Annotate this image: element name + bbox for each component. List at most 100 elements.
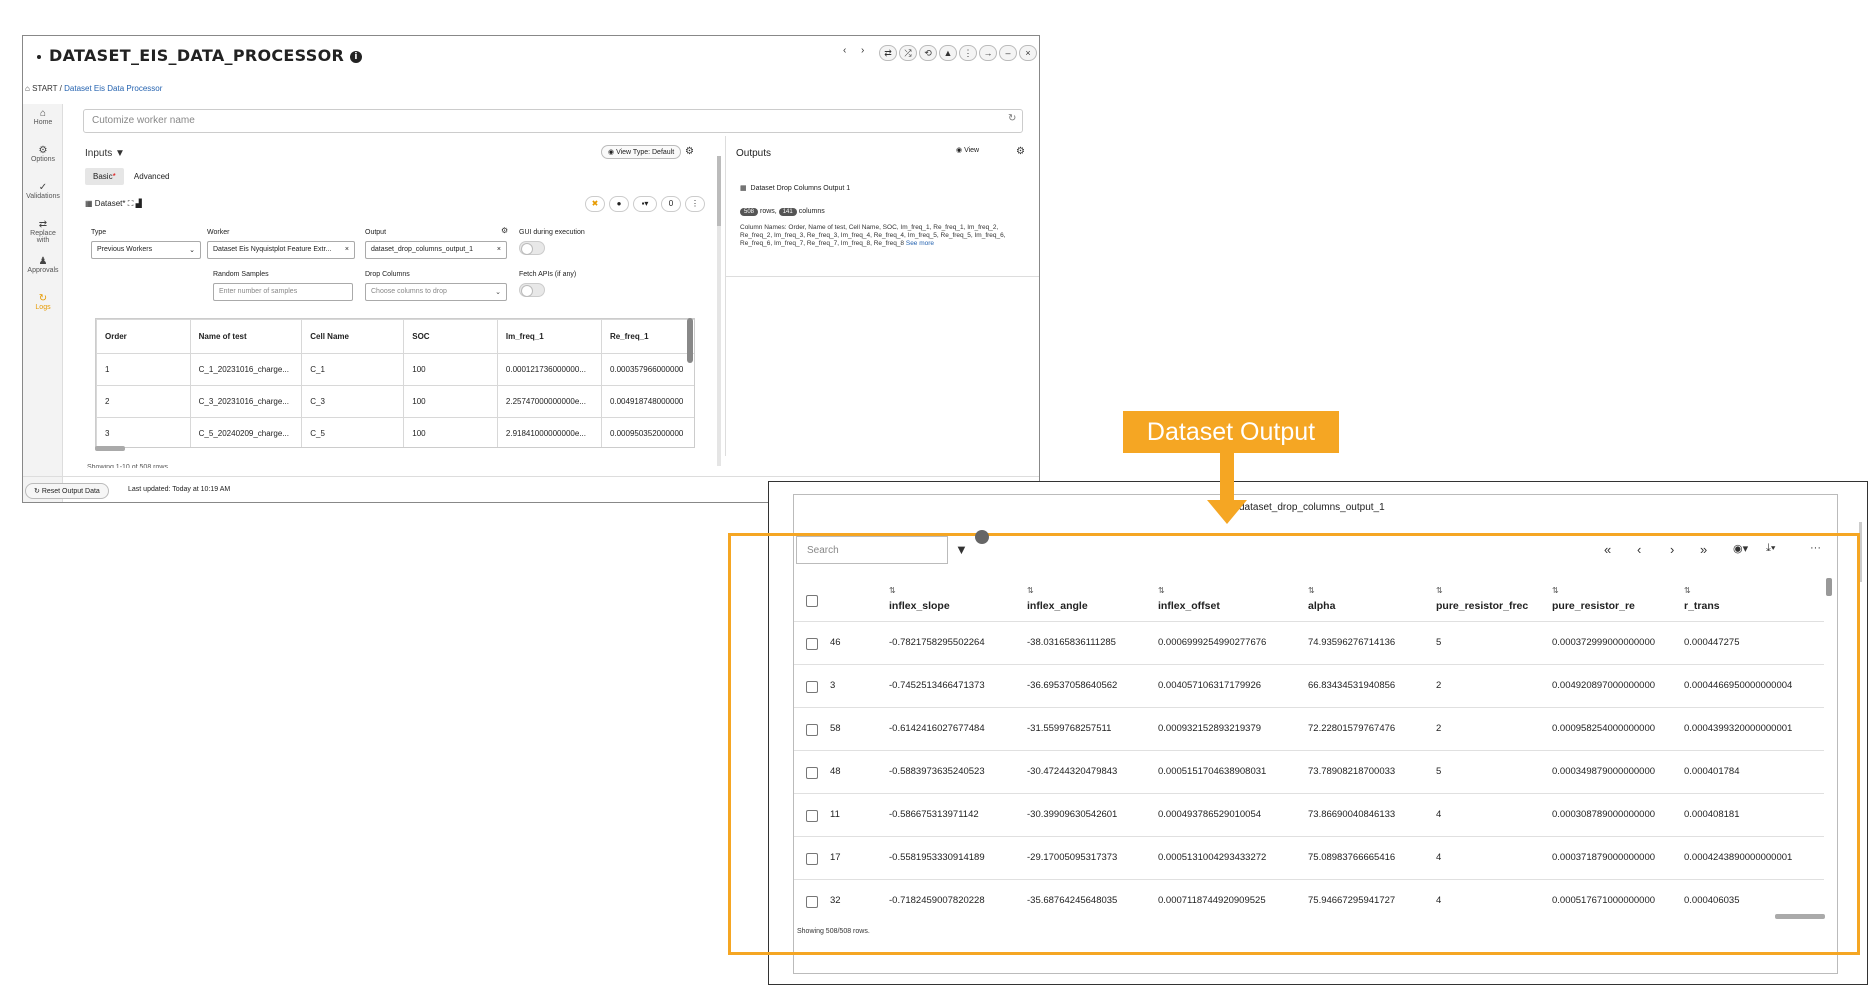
breadcrumb-start[interactable]: START: [32, 84, 57, 93]
sidebar-item-options[interactable]: ⚙ Options: [23, 141, 63, 178]
expand-icon[interactable]: ⛶: [128, 199, 134, 208]
search-input[interactable]: Search: [796, 536, 948, 564]
worker-select[interactable]: Dataset Eis Nyquistplot Feature Extr... ×: [207, 241, 355, 259]
fetch-apis-toggle[interactable]: [519, 283, 545, 297]
chart-icon[interactable]: ▟: [136, 199, 142, 208]
more-icon[interactable]: ⋮: [959, 45, 977, 61]
next-page-button[interactable]: ›: [1670, 542, 1674, 557]
column-header[interactable]: Order: [96, 319, 191, 354]
filter-icon[interactable]: ▼: [115, 148, 125, 159]
more-icon[interactable]: ···: [1810, 542, 1821, 554]
gear-icon[interactable]: ⚙: [501, 226, 508, 235]
inputs-panel-scrollbar[interactable]: [717, 156, 721, 226]
output-item[interactable]: ▦ Dataset Drop Columns Output 1: [740, 184, 850, 192]
type-select[interactable]: Previous Workers ⌄: [91, 241, 201, 259]
row-checkbox[interactable]: [806, 767, 818, 779]
grid-vertical-scrollbar[interactable]: [687, 318, 693, 363]
see-more-link[interactable]: See more: [906, 240, 934, 247]
layout-button[interactable]: ▪▾: [633, 196, 657, 212]
grid-vertical-scrollbar[interactable]: [1826, 578, 1832, 596]
reset-output-button[interactable]: ↻ Reset Output Data: [25, 483, 109, 499]
sidebar-item-approvals[interactable]: ♟ Approvals: [23, 252, 63, 289]
column-header[interactable]: inflex_slope: [889, 600, 950, 612]
column-header[interactable]: pure_resistor_frec: [1436, 600, 1528, 612]
table-row[interactable]: 17 -0.5581953330914189 -29.1700509531737…: [794, 837, 1824, 880]
upload-icon[interactable]: ▲: [939, 45, 957, 61]
swap-icon[interactable]: ⇄: [879, 45, 897, 61]
sidebar-item-replace[interactable]: ⇄ Replace with: [23, 215, 63, 252]
random-samples-input[interactable]: Enter number of samples: [213, 283, 353, 301]
gear-icon[interactable]: ⚙: [685, 146, 694, 157]
output-select[interactable]: dataset_drop_columns_output_1 ×: [365, 241, 507, 259]
view-type-button[interactable]: ◉ View Type: Default: [601, 145, 682, 159]
grid-horizontal-scrollbar[interactable]: [1775, 914, 1825, 919]
filter-icon[interactable]: ▼: [955, 542, 968, 557]
record-button[interactable]: ●: [609, 196, 629, 212]
last-page-button[interactable]: »: [1700, 542, 1707, 557]
column-header[interactable]: SOC: [403, 319, 498, 354]
view-options-icon[interactable]: ◉▾: [1733, 542, 1748, 555]
grid-horizontal-scrollbar[interactable]: [95, 446, 125, 451]
sidebar-item-home[interactable]: ⌂ Home: [23, 104, 63, 141]
gear-badge-icon[interactable]: [975, 530, 989, 544]
sort-icon[interactable]: ⇅: [889, 586, 896, 595]
refresh-icon[interactable]: ↻: [1008, 113, 1016, 124]
row-checkbox[interactable]: [806, 853, 818, 865]
arrow-right-icon[interactable]: →: [979, 45, 997, 61]
sort-icon[interactable]: ⇅: [1436, 586, 1443, 595]
gui-toggle[interactable]: [519, 241, 545, 255]
nav-forward-icon[interactable]: ›: [861, 45, 864, 63]
sidebar-item-validations[interactable]: ✓ Validations: [23, 178, 63, 215]
column-header[interactable]: inflex_angle: [1027, 600, 1088, 612]
column-header[interactable]: Name of test: [189, 319, 303, 354]
view-button[interactable]: ◉ View: [956, 146, 979, 154]
more-button[interactable]: ⋮: [685, 196, 705, 212]
first-page-button[interactable]: «: [1604, 542, 1611, 557]
clear-icon[interactable]: ×: [497, 246, 501, 253]
row-checkbox[interactable]: [806, 896, 818, 908]
column-header[interactable]: Cell Name: [301, 319, 405, 354]
column-header[interactable]: Re_freq_1: [600, 319, 694, 354]
table-row[interactable]: 11 -0.586675313971142 -30.39909630542601…: [794, 794, 1824, 837]
select-all-checkbox[interactable]: [806, 595, 818, 607]
info-icon[interactable]: i: [350, 50, 363, 63]
row-checkbox[interactable]: [806, 638, 818, 650]
table-row[interactable]: 2 C_3_20231016_charge... C_3 100 2.257470000…: [96, 385, 694, 418]
table-row[interactable]: 58 -0.6142416027677484 -31.5599768257511…: [794, 708, 1824, 751]
counter-badge[interactable]: 0: [661, 196, 681, 212]
close-icon[interactable]: ×: [1019, 45, 1037, 61]
tab-basic[interactable]: Basic*: [85, 168, 124, 185]
prev-page-button[interactable]: ‹: [1637, 542, 1641, 557]
drop-columns-select[interactable]: Choose columns to drop ⌄: [365, 283, 507, 301]
undo-icon[interactable]: ⟲: [919, 45, 937, 61]
row-checkbox[interactable]: [806, 724, 818, 736]
tab-advanced[interactable]: Advanced: [126, 168, 178, 185]
worker-name-input[interactable]: Cutomize worker name: [83, 109, 1023, 133]
table-row[interactable]: 1 C_1_20231016_charge... C_1 100 0.000121736…: [96, 353, 694, 386]
column-header[interactable]: Im_freq_1: [496, 319, 602, 354]
clear-button[interactable]: ✖: [585, 196, 605, 212]
table-row[interactable]: 3 C_5_20240209_charge... C_5 100 2.918410000…: [96, 417, 694, 447]
sort-icon[interactable]: ⇅: [1027, 586, 1034, 595]
nav-back-icon[interactable]: ‹: [843, 45, 846, 63]
download-icon[interactable]: ⤓▾: [1766, 542, 1775, 555]
sort-icon[interactable]: ⇅: [1552, 586, 1559, 595]
column-header[interactable]: pure_resistor_re: [1552, 600, 1635, 612]
sort-icon[interactable]: ⇅: [1308, 586, 1315, 595]
gear-icon[interactable]: ⚙: [1016, 146, 1025, 157]
column-header[interactable]: r_trans: [1684, 600, 1720, 612]
sort-icon[interactable]: ⇅: [1684, 586, 1691, 595]
table-row[interactable]: 48 -0.5883973635240523 -30.4724432047984…: [794, 751, 1824, 794]
table-row[interactable]: 32 -0.7182459007820228 -35.6876424564803…: [794, 880, 1824, 920]
row-checkbox[interactable]: [806, 810, 818, 822]
table-row[interactable]: 46 -0.7821758295502264 -38.0316583611128…: [794, 622, 1824, 665]
table-row[interactable]: 3 -0.7452513466471373 -36.69537058640562…: [794, 665, 1824, 708]
breadcrumb-current[interactable]: Dataset Eis Data Processor: [64, 84, 162, 93]
minimize-icon[interactable]: –: [999, 45, 1017, 61]
shuffle-icon[interactable]: ⤮: [899, 45, 917, 61]
column-header[interactable]: inflex_offset: [1158, 600, 1220, 612]
sort-icon[interactable]: ⇅: [1158, 586, 1165, 595]
row-checkbox[interactable]: [806, 681, 818, 693]
column-header[interactable]: alpha: [1308, 600, 1335, 612]
sidebar-item-logs[interactable]: ↻ Logs: [23, 289, 63, 326]
